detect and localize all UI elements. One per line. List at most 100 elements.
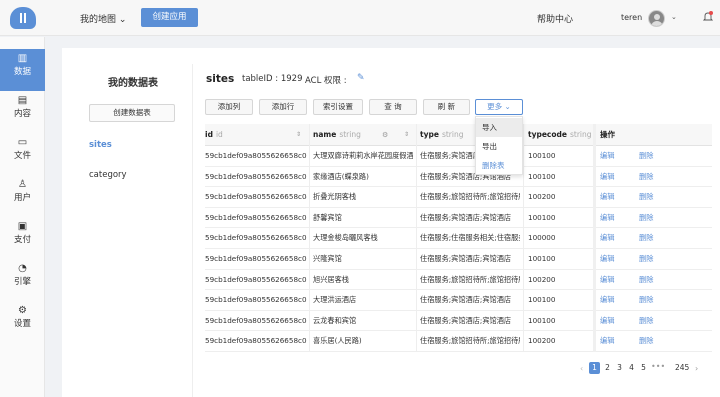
prev-page-icon[interactable]: ‹	[580, 364, 583, 373]
delete-link[interactable]: 删除	[639, 208, 669, 228]
delete-link[interactable]: 删除	[639, 311, 669, 331]
cell-id: 59cb1def09a8055626658c06	[205, 233, 307, 243]
more-button[interactable]: 更多 ⌄	[475, 99, 523, 115]
add-column-button[interactable]: 添加列	[205, 99, 253, 115]
delete-link[interactable]: 删除	[639, 167, 669, 187]
add-row-button[interactable]: 添加行	[259, 99, 307, 115]
column-header-id[interactable]: id id	[205, 124, 223, 146]
cell-typecode: 100100	[528, 151, 556, 160]
cell-type: 住宿服务;旅馆招待所;旅馆招待所	[420, 192, 520, 202]
edit-link[interactable]: 编辑	[600, 249, 630, 269]
table-row[interactable]: 59cb1def09a8055626658c02 大理双廊诗莉莉水岸花园度假酒店住…	[205, 146, 712, 167]
cell-name: 云龙春和宾馆	[313, 315, 357, 325]
edit-link[interactable]: 编辑	[600, 270, 630, 290]
column-divider	[416, 124, 417, 352]
column-name: type	[420, 130, 439, 139]
more-dropdown-menu: 导入 导出 删除表	[475, 116, 523, 175]
chevron-down-icon[interactable]: ⌄	[671, 13, 677, 21]
edit-link[interactable]: 编辑	[600, 187, 630, 207]
table-row[interactable]: 59cb1def09a8055626658c07 兴隆宾馆 住宿服务;宾馆酒店;宾馆…	[205, 249, 712, 270]
edit-link[interactable]: 编辑	[600, 167, 630, 187]
acl-label: ACL 权限 :	[305, 76, 347, 86]
nav-item-users[interactable]: ♙ 用户	[0, 175, 45, 217]
column-header-name[interactable]: name string	[313, 124, 361, 146]
cell-name: 家缘酒店(蝶泉路)	[313, 171, 369, 181]
page-ellipsis[interactable]: •••	[651, 362, 665, 371]
nav-item-content[interactable]: ▤ 内容	[0, 91, 45, 133]
table-row[interactable]: 59cb1def09a8055626658c05 舒馨宾馆 住宿服务;宾馆酒店;宾馆…	[205, 208, 712, 229]
page-number[interactable]: 4	[626, 362, 637, 374]
page-number[interactable]: 2	[602, 362, 613, 374]
edit-link[interactable]: 编辑	[600, 331, 630, 351]
table-row[interactable]: 59cb1def09a8055626658c04 折叠光阴客栈 住宿服务;旅馆招待所…	[205, 187, 712, 208]
pencil-icon[interactable]: ✎	[357, 73, 365, 83]
table-item-category[interactable]: category	[89, 170, 127, 180]
column-name: typecode	[528, 130, 567, 139]
nav-item-label: 内容	[13, 109, 31, 119]
notification-dot	[709, 11, 713, 15]
gauge-icon: ◔	[18, 263, 27, 274]
next-page-icon[interactable]: ›	[695, 364, 698, 373]
tables-title: 我的数据表	[108, 78, 158, 89]
cell-name: 喜乐居(人民路)	[313, 336, 362, 346]
column-name: name	[313, 130, 337, 139]
delete-link[interactable]: 删除	[639, 228, 669, 248]
table-row[interactable]: 59cb1def09a8055626658c06 大理金梭岛曬风客栈 住宿服务;住宿…	[205, 228, 712, 249]
delete-link[interactable]: 删除	[639, 187, 669, 207]
table-id: tableID : 1929	[242, 74, 303, 84]
page-number[interactable]: 3	[614, 362, 625, 374]
create-app-button[interactable]: 创建应用	[141, 8, 198, 27]
cell-id: 59cb1def09a8055626658c04	[205, 192, 307, 202]
nav-item-data[interactable]: ▥ 数据	[0, 49, 45, 91]
help-center-link[interactable]: 帮助中心	[537, 12, 573, 25]
delete-link[interactable]: 删除	[639, 270, 669, 290]
table-row[interactable]: 59cb1def09a8055626658c03 家缘酒店(蝶泉路) 住宿服务;宾馆…	[205, 167, 712, 188]
index-settings-button[interactable]: 索引设置	[313, 99, 363, 115]
sort-icon[interactable]: ⇕	[296, 124, 301, 146]
export-menu-item[interactable]: 导出	[476, 137, 522, 156]
delete-link[interactable]: 删除	[639, 249, 669, 269]
edit-link[interactable]: 编辑	[600, 311, 630, 331]
edit-link[interactable]: 编辑	[600, 290, 630, 310]
edit-link[interactable]: 编辑	[600, 208, 630, 228]
table-row[interactable]: 59cb1def09a8055626658c0a 云龙春和宾馆 住宿服务;宾馆酒店;…	[205, 311, 712, 332]
delete-link[interactable]: 删除	[639, 146, 669, 166]
edit-link[interactable]: 编辑	[600, 146, 630, 166]
nav-item-engine[interactable]: ◔ 引擎	[0, 259, 45, 301]
import-menu-item[interactable]: 导入	[476, 118, 522, 137]
table-row[interactable]: 59cb1def09a8055626658c0b 喜乐居(人民路) 住宿服务;旅馆招…	[205, 331, 712, 352]
avatar[interactable]	[648, 10, 665, 27]
table-item-sites[interactable]: sites	[89, 140, 112, 150]
cell-id: 59cb1def09a8055626658c08	[205, 274, 307, 284]
user-name[interactable]: teren	[621, 13, 642, 22]
page-number[interactable]: 1	[589, 362, 600, 374]
cloud-logo-icon[interactable]	[10, 7, 36, 29]
delete-table-menu-item[interactable]: 删除表	[476, 156, 522, 175]
gear-icon[interactable]: ⚙	[382, 124, 388, 146]
column-type: string	[339, 130, 361, 139]
my-map-dropdown[interactable]: 我的地图 ⌄	[80, 12, 126, 25]
sort-icon[interactable]: ⇕	[404, 124, 409, 146]
delete-link[interactable]: 删除	[639, 331, 669, 351]
nav-item-payment[interactable]: ▣ 支付	[0, 217, 45, 259]
table-row[interactable]: 59cb1def09a8055626658c08 旭兴居客栈 住宿服务;旅馆招待所;…	[205, 270, 712, 291]
column-header-actions: 操作	[600, 130, 615, 139]
create-table-button[interactable]: 创建数据表	[89, 104, 175, 122]
cell-id: 59cb1def09a8055626658c05	[205, 212, 307, 222]
nav-item-settings[interactable]: ⚙ 设置	[0, 301, 45, 343]
nav-item-files[interactable]: ▭ 文件	[0, 133, 45, 175]
cell-type: 住宿服务;宾馆酒店;宾馆酒店	[420, 315, 512, 325]
delete-link[interactable]: 删除	[639, 290, 669, 310]
nav-item-label: 引擎	[13, 277, 31, 287]
page-number-last[interactable]: 245	[675, 363, 689, 372]
column-type: string	[441, 130, 464, 139]
cell-name: 旭兴居客栈	[313, 274, 349, 284]
column-header-typecode[interactable]: typecode string	[528, 124, 592, 146]
table-row[interactable]: 59cb1def09a8055626658c09 大理洪运酒店 住宿服务;宾馆酒店;…	[205, 290, 712, 311]
query-button[interactable]: 查 询	[369, 99, 417, 115]
page-number[interactable]: 5	[638, 362, 649, 374]
column-header-type[interactable]: type string	[420, 124, 463, 146]
edit-link[interactable]: 编辑	[600, 228, 630, 248]
refresh-button[interactable]: 刷 新	[423, 99, 470, 115]
cell-id: 59cb1def09a8055626658c03	[205, 171, 307, 181]
